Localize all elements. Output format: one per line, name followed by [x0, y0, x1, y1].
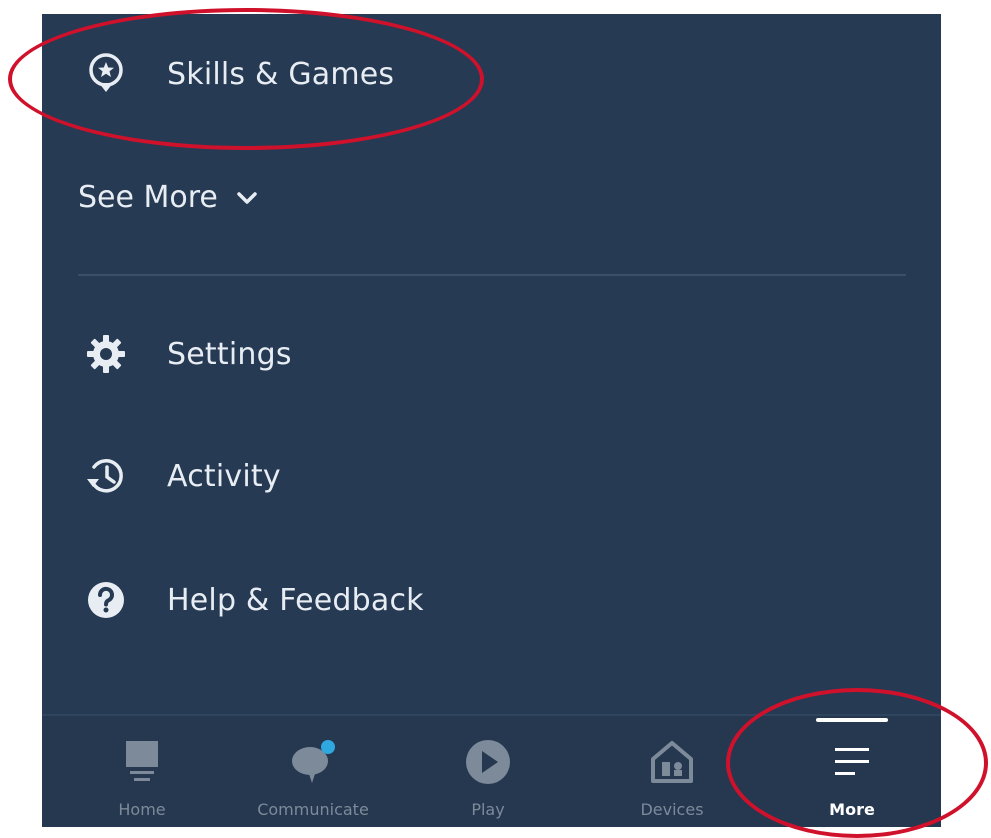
- play-icon: [460, 734, 516, 790]
- notification-badge: [321, 740, 335, 754]
- nav-label: Play: [471, 800, 505, 819]
- question-icon: [84, 578, 128, 622]
- nav-label: Home: [118, 800, 166, 819]
- nav-label: Communicate: [257, 800, 369, 819]
- nav-play[interactable]: Play: [428, 716, 548, 827]
- see-more-toggle[interactable]: See More: [78, 180, 258, 215]
- chat-bubble-icon: [285, 734, 341, 790]
- nav-devices[interactable]: Devices: [612, 716, 732, 827]
- nav-label: Devices: [640, 800, 704, 819]
- chevron-down-icon: [236, 191, 258, 205]
- house-devices-icon: [644, 734, 700, 790]
- gear-icon: [84, 332, 128, 376]
- menu-item-help-feedback[interactable]: Help & Feedback: [84, 578, 424, 622]
- menu-divider: [78, 274, 906, 276]
- menu-item-label: Help & Feedback: [167, 582, 424, 618]
- annotation-circle: [8, 8, 484, 150]
- see-more-label: See More: [78, 180, 218, 215]
- menu-item-settings[interactable]: Settings: [84, 332, 292, 376]
- menu-item-activity[interactable]: Activity: [84, 454, 281, 498]
- menu-item-label: Activity: [167, 458, 281, 494]
- nav-home[interactable]: Home: [82, 716, 202, 827]
- nav-communicate[interactable]: Communicate: [253, 716, 373, 827]
- home-device-icon: [114, 734, 170, 790]
- history-icon: [84, 454, 128, 498]
- annotation-circle: [726, 688, 988, 838]
- menu-item-label: Settings: [167, 336, 292, 372]
